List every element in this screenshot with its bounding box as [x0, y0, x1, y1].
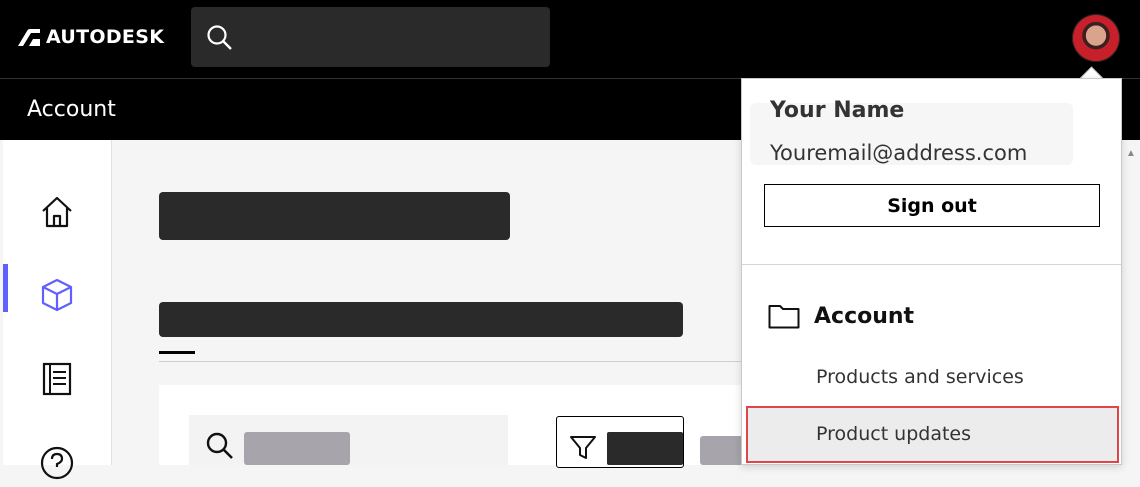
tab-divider — [159, 361, 759, 362]
filter-button[interactable] — [556, 416, 684, 468]
top-bar: AUTODESK — [0, 0, 1140, 78]
redacted-placeholder — [244, 432, 350, 465]
sidebar — [3, 140, 112, 480]
search-icon — [207, 25, 232, 50]
autodesk-logo[interactable]: AUTODESK — [18, 26, 164, 48]
folder-icon — [768, 305, 800, 329]
menu-item-product-updates[interactable]: Product updates — [816, 423, 971, 445]
sidebar-item-billing[interactable] — [3, 355, 111, 403]
active-tab-underline — [159, 351, 195, 354]
search-icon — [206, 432, 233, 459]
redacted-control — [700, 436, 744, 465]
search-input[interactable] — [191, 7, 550, 67]
avatar[interactable] — [1072, 14, 1120, 62]
sidebar-active-indicator — [3, 264, 8, 312]
redacted-filter-label — [607, 432, 683, 465]
sidebar-item-help[interactable] — [3, 439, 111, 487]
sidebar-item-products[interactable] — [3, 271, 111, 319]
ledger-icon — [42, 362, 72, 396]
redacted-heading — [159, 192, 510, 240]
user-name: Your Name — [770, 98, 905, 123]
divider — [742, 264, 1121, 265]
page-title: Account — [27, 97, 116, 122]
section-account[interactable]: Account — [768, 303, 914, 329]
section-label: Account — [814, 303, 915, 329]
sidebar-item-home[interactable] — [3, 188, 111, 236]
redacted-tabs — [159, 302, 683, 337]
filter-icon — [570, 436, 596, 459]
menu-item-products-and-services[interactable]: Products and services — [816, 366, 1024, 388]
scroll-up-arrow[interactable]: ▲ — [1126, 148, 1136, 159]
cube-icon — [41, 278, 73, 312]
user-email: Youremail@address.com — [770, 141, 1028, 165]
sign-out-button[interactable]: Sign out — [764, 184, 1100, 227]
help-icon — [40, 446, 74, 480]
home-icon — [42, 196, 72, 228]
logo-text: AUTODESK — [46, 26, 165, 48]
autodesk-logo-icon — [18, 29, 40, 46]
